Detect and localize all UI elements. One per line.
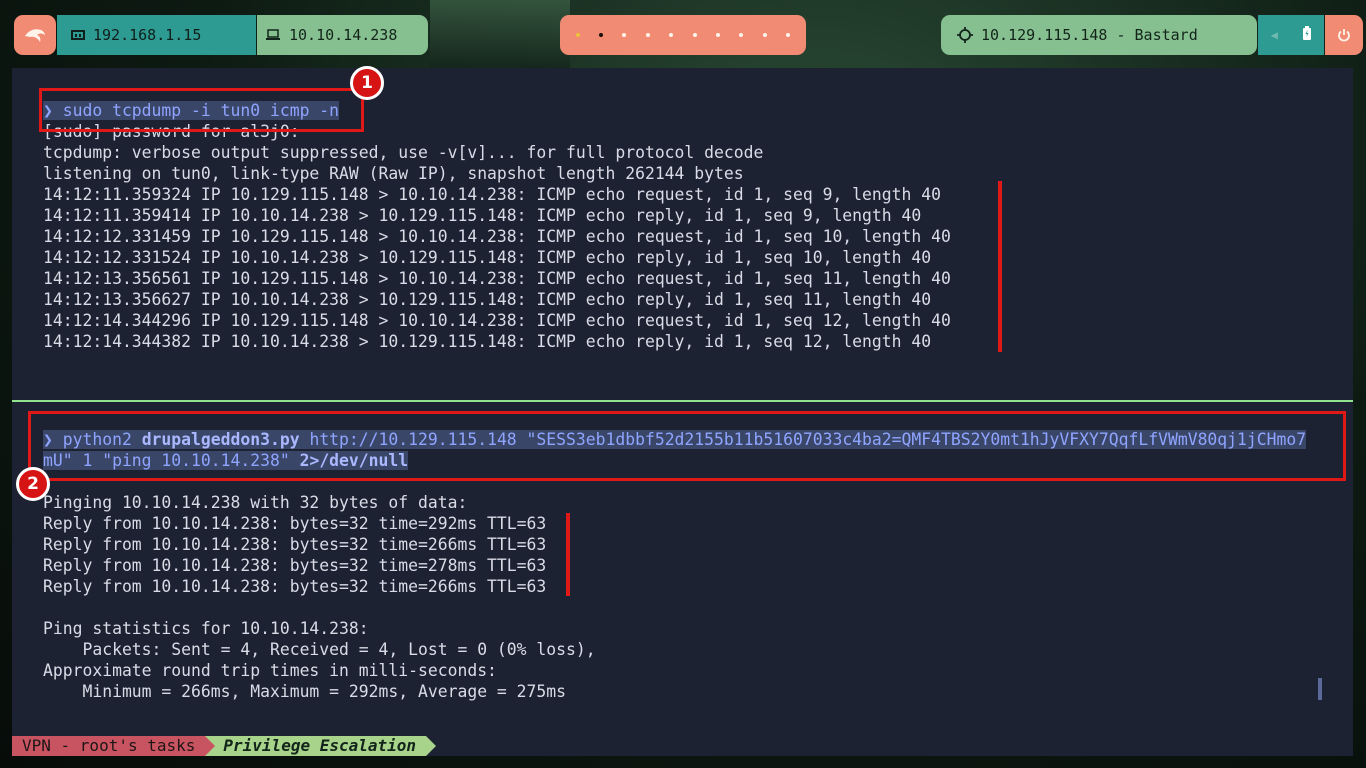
volume-muted-icon[interactable]: ◀ (1271, 28, 1278, 42)
terminal-output-line: 14:12:14.344382 IP 10.10.14.238 > 10.129… (43, 332, 932, 351)
terminal-output-line: 14:12:13.356561 IP 10.129.115.148 > 10.1… (43, 269, 951, 288)
active-window-name[interactable]: Privilege Escalation (205, 736, 436, 756)
workspace-dot-6[interactable] (692, 33, 697, 37)
ping-output-line: Minimum = 266ms, Maximum = 292ms, Averag… (43, 682, 567, 701)
workspace-dot-8[interactable] (739, 33, 744, 37)
annotation-badge-2: 2 (16, 467, 50, 501)
highlight-line-packets (998, 181, 1002, 352)
scrollbar[interactable] (1318, 678, 1322, 700)
target-widget[interactable]: 10.129.115.148 - Bastard (941, 15, 1257, 55)
system-tray[interactable]: ◀ (1258, 15, 1324, 55)
ping-output-line: Reply from 10.10.14.238: bytes=32 time=2… (43, 535, 547, 554)
kali-menu-button[interactable] (14, 15, 56, 55)
battery-icon[interactable] (1303, 26, 1312, 44)
workspace-dot-4[interactable] (645, 33, 650, 37)
ping-output-line: Pinging 10.10.14.238 with 32 bytes of da… (43, 493, 468, 512)
host-ip-text: 192.168.1.15 (93, 26, 202, 44)
ping-output-line: Reply from 10.10.14.238: bytes=32 time=2… (43, 514, 547, 533)
highlight-line-replies (566, 513, 570, 596)
host-ip-widget[interactable]: 192.168.1.15 (57, 15, 256, 55)
terminal-output-line: 14:12:11.359324 IP 10.129.115.148 > 10.1… (43, 185, 941, 204)
workspace-dot-5[interactable] (669, 33, 674, 37)
highlight-box-exploit (28, 411, 1346, 481)
terminal-output-line: listening on tun0, link-type RAW (Raw IP… (43, 164, 744, 183)
network-card-icon (71, 29, 85, 41)
ping-output-line: Packets: Sent = 4, Received = 4, Lost = … (43, 640, 596, 659)
workspace-dot-7[interactable] (716, 33, 721, 37)
crosshair-icon (957, 27, 973, 43)
workspace-switcher[interactable] (560, 15, 806, 55)
ping-output-line: Approximate round trip times in milli-se… (43, 661, 497, 680)
workspace-dot-1[interactable] (575, 33, 580, 37)
terminal-output-line: 14:12:13.356627 IP 10.10.14.238 > 10.129… (43, 290, 932, 309)
terminal-output-line: 14:12:12.331459 IP 10.129.115.148 > 10.1… (43, 227, 951, 246)
tmux-status-bar: VPN - root's tasks Privilege Escalation (12, 736, 436, 756)
terminal-output-line: 14:12:12.331524 IP 10.10.14.238 > 10.129… (43, 248, 932, 267)
workspace-dot-2[interactable] (599, 33, 604, 37)
session-name[interactable]: VPN - root's tasks (12, 736, 206, 756)
power-icon (1338, 29, 1350, 42)
terminal-output-line: 14:12:11.359414 IP 10.10.14.238 > 10.129… (43, 206, 922, 225)
workspace-dot-10[interactable] (786, 33, 791, 37)
kali-dragon-icon (25, 29, 45, 42)
workspace-dot-3[interactable] (622, 33, 627, 37)
vpn-ip-widget[interactable]: 10.10.14.238 (257, 15, 428, 55)
ping-output-line: Ping statistics for 10.10.14.238: (43, 619, 369, 638)
ping-output-line: Reply from 10.10.14.238: bytes=32 time=2… (43, 577, 547, 596)
laptop-icon (265, 29, 281, 41)
highlight-box-tcpdump (39, 88, 364, 132)
power-button[interactable] (1325, 15, 1363, 55)
ping-output-line: Reply from 10.10.14.238: bytes=32 time=2… (43, 556, 547, 575)
wallpaper-detail (430, 0, 570, 70)
workspace-dot-9[interactable] (762, 33, 767, 37)
terminal-output-line: 14:12:14.344296 IP 10.129.115.148 > 10.1… (43, 311, 951, 330)
terminal-output-line: tcpdump: verbose output suppressed, use … (43, 143, 764, 162)
annotation-badge-1: 1 (350, 66, 384, 100)
target-text: 10.129.115.148 - Bastard (981, 26, 1198, 44)
vpn-ip-text: 10.10.14.238 (289, 26, 398, 44)
